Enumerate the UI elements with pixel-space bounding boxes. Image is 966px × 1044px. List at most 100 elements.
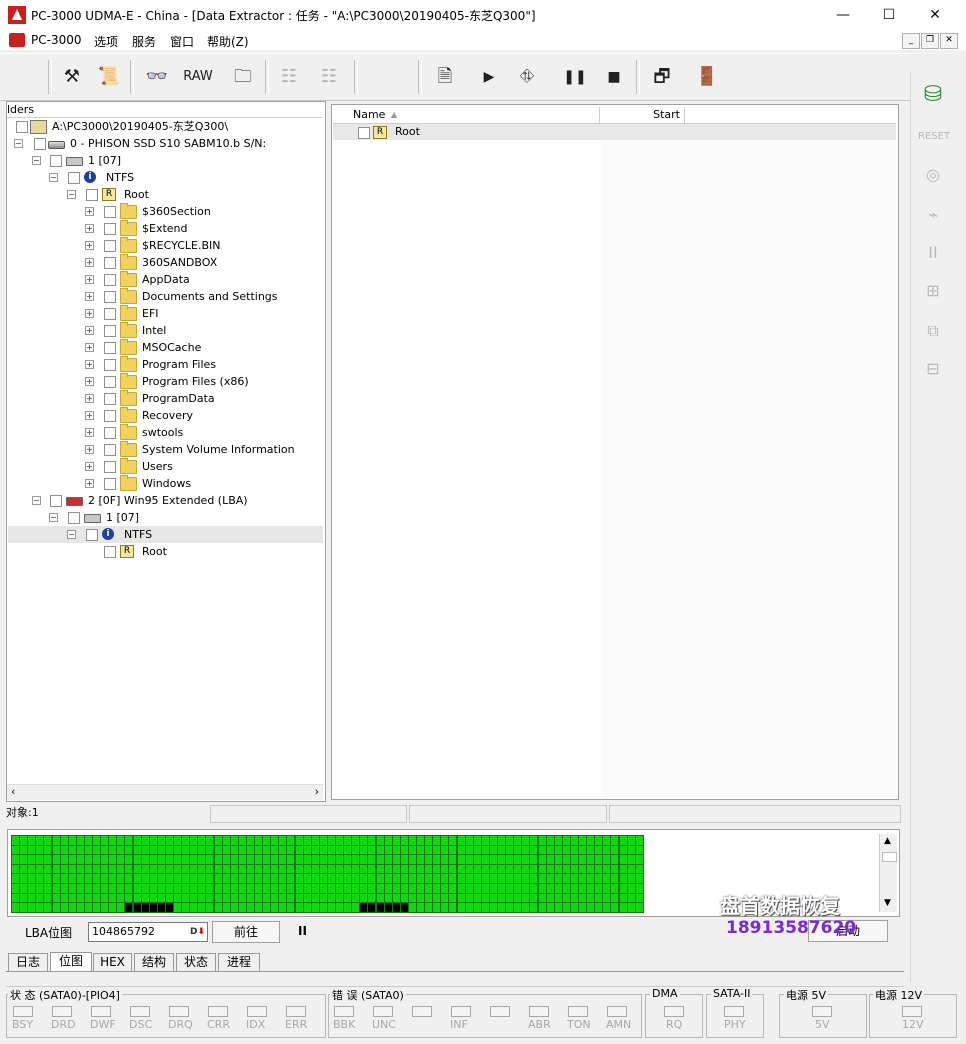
tree-checkbox[interactable]: [104, 257, 116, 269]
tree-row[interactable]: + Recovery: [85, 407, 314, 424]
expand-toggle[interactable]: +: [85, 377, 94, 386]
column-header-name[interactable]: Name ▲: [333, 107, 600, 123]
tree-checkbox[interactable]: [104, 274, 116, 286]
maximize-button[interactable]: ☐: [866, 0, 912, 30]
tree-checkbox[interactable]: [104, 478, 116, 490]
list-checkbox[interactable]: [358, 127, 370, 139]
tree-checkbox[interactable]: [104, 376, 116, 388]
tree-checkbox[interactable]: [104, 444, 116, 456]
tree-row[interactable]: + Intel: [85, 322, 314, 339]
tree-row[interactable]: + Windows: [85, 475, 314, 492]
tree-row[interactable]: + swtools: [85, 424, 314, 441]
map-vscrollbar[interactable]: ▲ ▼: [879, 834, 897, 912]
expand-toggle[interactable]: +: [85, 292, 94, 301]
expand-toggle[interactable]: +: [85, 207, 94, 216]
collapse-toggle[interactable]: −: [67, 530, 76, 539]
tree-row-selected[interactable]: − i NTFS: [8, 526, 323, 543]
tree-checkbox[interactable]: [50, 495, 62, 507]
collapse-toggle[interactable]: −: [49, 513, 58, 522]
tree-checkbox[interactable]: [104, 427, 116, 439]
menu-help[interactable]: 帮助(Z): [207, 33, 249, 50]
lba-input[interactable]: 104865792 D⬇: [88, 922, 208, 942]
tree-row[interactable]: + $Extend: [85, 220, 314, 237]
tree-checkbox[interactable]: [34, 138, 46, 150]
expand-toggle[interactable]: +: [85, 309, 94, 318]
dropdown-arrow-icon[interactable]: D⬇: [190, 923, 205, 941]
tree-row[interactable]: − 1 [07]: [32, 152, 314, 169]
tree-hscrollbar[interactable]: ‹ ›: [7, 784, 323, 800]
tab-structure[interactable]: 结构: [134, 953, 174, 971]
collapse-toggle[interactable]: −: [32, 496, 41, 505]
tree-row[interactable]: + ProgramData: [85, 390, 314, 407]
tree-row[interactable]: +360SANDBOX: [85, 254, 314, 271]
tree-row[interactable]: − 0 - PHISON SSD S10 SABM10.b S/N:: [14, 135, 314, 152]
binoculars-icon[interactable]: 👓: [140, 60, 174, 94]
expand-toggle[interactable]: +: [85, 275, 94, 284]
close-button[interactable]: ✕: [912, 0, 958, 30]
tree-checkbox[interactable]: [104, 410, 116, 422]
minimize-button[interactable]: —: [820, 0, 866, 30]
tree-row[interactable]: − 2 [0F] Win95 Extended (LBA): [32, 492, 314, 509]
tree-checkbox[interactable]: [68, 512, 80, 524]
pause-icon[interactable]: ❚❚: [558, 60, 592, 94]
collapse-toggle[interactable]: −: [67, 190, 76, 199]
tab-bitmap[interactable]: 位图: [50, 952, 92, 972]
expand-toggle[interactable]: +: [85, 224, 94, 233]
stop-icon[interactable]: ■: [597, 60, 631, 94]
menu-options[interactable]: 选项: [94, 33, 118, 50]
tree-checkbox[interactable]: [104, 342, 116, 354]
column-header-start[interactable]: Start: [600, 107, 685, 123]
play-icon[interactable]: ▶: [472, 60, 506, 94]
tree-checkbox[interactable]: [104, 325, 116, 337]
tree-checkbox[interactable]: [104, 359, 116, 371]
list-row[interactable]: R Root: [333, 124, 896, 140]
menu-window[interactable]: 窗口: [170, 33, 194, 50]
script-icon[interactable]: 📜: [92, 60, 126, 94]
tree-row[interactable]: + $360Section: [85, 203, 314, 220]
tree-checkbox[interactable]: [104, 223, 116, 235]
app-menu-icon[interactable]: [9, 33, 25, 47]
menu-pc3000[interactable]: PC-3000: [31, 33, 81, 47]
tree-checkbox[interactable]: [104, 308, 116, 320]
partition-icon[interactable]: ⛗: [510, 60, 544, 94]
tree-row[interactable]: + MSOCache: [85, 339, 314, 356]
tree-checkbox[interactable]: [104, 546, 116, 558]
tree-checkbox[interactable]: [86, 529, 98, 541]
tree-checkbox[interactable]: [104, 461, 116, 473]
expand-toggle[interactable]: +: [85, 428, 94, 437]
tree-row[interactable]: + AppData: [85, 271, 314, 288]
exit-icon[interactable]: 🚪: [690, 60, 724, 94]
open-folder-icon[interactable]: 🗀: [226, 60, 260, 94]
tree-checkbox[interactable]: [68, 172, 80, 184]
tree-row[interactable]: R Root: [85, 543, 314, 560]
collapse-toggle[interactable]: −: [14, 139, 23, 148]
tree-row[interactable]: + Program Files: [85, 356, 314, 373]
tab-process[interactable]: 进程: [218, 953, 260, 971]
tree-checkbox[interactable]: [104, 206, 116, 218]
tree-row[interactable]: + $RECYCLE.BIN: [85, 237, 314, 254]
tree-checkbox[interactable]: [16, 121, 28, 133]
tree-checkbox[interactable]: [104, 291, 116, 303]
tree-checkbox[interactable]: [104, 240, 116, 252]
tab-hex[interactable]: HEX: [93, 953, 132, 971]
tree-row[interactable]: − i NTFS: [49, 169, 314, 186]
expand-toggle[interactable]: +: [85, 445, 94, 454]
expand-toggle[interactable]: +: [85, 326, 94, 335]
tree-row[interactable]: + Program Files (x86): [85, 373, 314, 390]
tab-status[interactable]: 状态: [176, 953, 216, 971]
tree-row[interactable]: A:\PC3000\20190405-东芝Q300\: [14, 118, 314, 135]
mdi-minimize-button[interactable]: _: [902, 33, 920, 49]
forward-button[interactable]: 前往: [212, 921, 280, 943]
tools-icon[interactable]: ⚒: [55, 60, 89, 94]
tab-log[interactable]: 日志: [8, 953, 48, 971]
expand-toggle[interactable]: +: [85, 360, 94, 369]
raw-button[interactable]: RAW: [178, 60, 218, 94]
menu-service[interactable]: 服务: [132, 33, 156, 50]
mdi-restore-button[interactable]: ❐: [921, 33, 939, 49]
mdi-close-button[interactable]: ✕: [940, 33, 958, 49]
tree-row[interactable]: + Documents and Settings: [85, 288, 314, 305]
tree-row[interactable]: + System Volume Information: [85, 441, 314, 458]
tree-row[interactable]: + EFI: [85, 305, 314, 322]
expand-toggle[interactable]: +: [85, 479, 94, 488]
tree-row[interactable]: − 1 [07]: [49, 509, 314, 526]
